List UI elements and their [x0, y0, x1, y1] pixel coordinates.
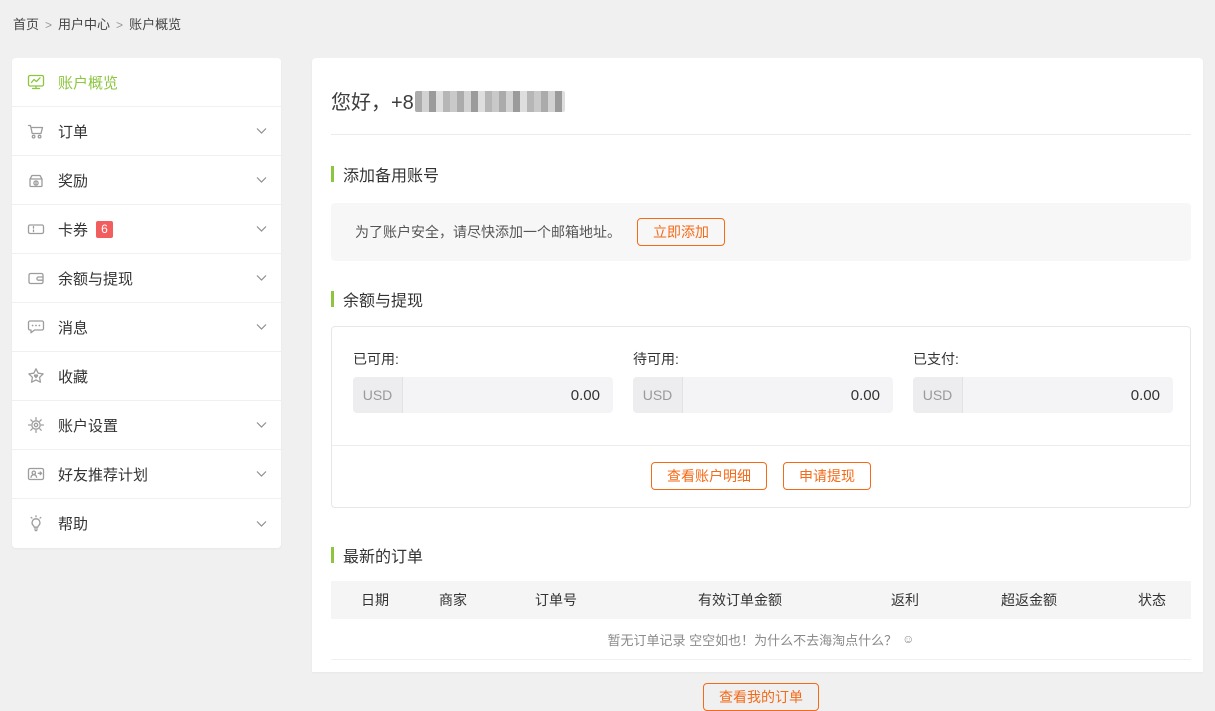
balance-field-available: 已可用: USD 0.00 [353, 349, 613, 413]
breadcrumb-user-center[interactable]: 用户中心 [58, 17, 110, 32]
currency-label: USD [913, 377, 963, 413]
message-icon [26, 317, 46, 337]
section-accent-bar [331, 166, 334, 182]
column-header-order-no: 订单号 [535, 581, 577, 619]
overview-icon [26, 72, 46, 92]
chevron-down-icon [256, 520, 267, 528]
column-header-extra-rebate: 超返金额 [1001, 581, 1057, 619]
balance-field-label: 已可用: [353, 349, 613, 369]
coupon-count-badge: 6 [96, 221, 113, 238]
amount-box: USD 0.00 [913, 377, 1173, 413]
view-my-orders-button[interactable]: 查看我的订单 [703, 683, 819, 711]
sidebar-item-label: 消息 [58, 317, 88, 338]
amount-value: 0.00 [683, 377, 893, 413]
sidebar-item-label: 余额与提现 [58, 268, 133, 289]
greeting: 您好，+8 [331, 58, 1191, 115]
amount-box: USD 0.00 [353, 377, 613, 413]
currency-label: USD [353, 377, 403, 413]
chevron-down-icon [256, 470, 267, 478]
view-account-detail-button[interactable]: 查看账户明细 [651, 462, 767, 490]
chevron-down-icon [256, 225, 267, 233]
orders-table: 日期 商家 订单号 有效订单金额 返利 超返金额 状态 暂无订单记录 空空如也！… [331, 581, 1191, 711]
breadcrumb: 首页 > 用户中心 > 账户概览 [13, 14, 181, 33]
column-header-status: 状态 [1138, 581, 1166, 619]
add-email-button[interactable]: 立即添加 [637, 218, 725, 246]
sidebar-item-rewards[interactable]: 奖励 [12, 156, 281, 205]
section-title-balance: 余额与提现 [331, 287, 1191, 311]
sidebar-item-label: 卡券 [58, 219, 88, 240]
chevron-down-icon [256, 274, 267, 282]
orders-footer: 查看我的订单 [331, 660, 1191, 711]
gear-icon [26, 415, 46, 435]
orders-table-header: 日期 商家 订单号 有效订单金额 返利 超返金额 状态 [331, 581, 1191, 619]
section-title-backup-account: 添加备用账号 [331, 162, 1191, 186]
smiley-icon: ☺ [902, 632, 914, 646]
divider [331, 134, 1191, 135]
balance-field-label: 已支付: [913, 349, 1173, 369]
sidebar-item-balance[interactable]: 余额与提现 [12, 254, 281, 303]
breadcrumb-current: 账户概览 [129, 17, 181, 32]
sidebar-item-label: 收藏 [58, 366, 88, 387]
sidebar-item-messages[interactable]: 消息 [12, 303, 281, 352]
breadcrumb-separator: > [45, 18, 52, 32]
currency-label: USD [633, 377, 683, 413]
amount-value: 0.00 [403, 377, 613, 413]
wallet-icon [26, 268, 46, 288]
chevron-down-icon [256, 127, 267, 135]
sidebar-item-orders[interactable]: 订单 [12, 107, 281, 156]
sidebar-item-label: 账户设置 [58, 415, 118, 436]
sidebar-item-label: 奖励 [58, 170, 88, 191]
balance-card: 已可用: USD 0.00 待可用: USD 0.00 已支付: USD 0.0… [331, 326, 1191, 508]
backup-account-notice: 为了账户安全，请尽快添加一个邮箱地址。 立即添加 [331, 203, 1191, 261]
breadcrumb-separator: > [116, 18, 123, 32]
balance-field-pending: 待可用: USD 0.00 [633, 349, 893, 413]
sidebar-item-label: 订单 [58, 121, 88, 142]
breadcrumb-home[interactable]: 首页 [13, 17, 39, 32]
sidebar-item-label: 帮助 [58, 513, 88, 534]
section-title-text: 余额与提现 [343, 287, 423, 311]
coupon-icon [26, 219, 46, 239]
column-header-merchant: 商家 [439, 581, 467, 619]
sidebar-item-favorites[interactable]: 收藏 [12, 352, 281, 401]
star-icon [26, 366, 46, 386]
main-panel: 您好，+8 添加备用账号 为了账户安全，请尽快添加一个邮箱地址。 立即添加 余额… [312, 58, 1203, 672]
notice-text: 为了账户安全，请尽快添加一个邮箱地址。 [355, 222, 621, 242]
empty-text: 暂无订单记录 空空如也！为什么不去海淘点什么？ [608, 630, 898, 649]
column-header-valid-amount: 有效订单金额 [698, 581, 782, 619]
column-header-rebate: 返利 [891, 581, 919, 619]
cart-icon [26, 121, 46, 141]
sidebar-item-account-settings[interactable]: 账户设置 [12, 401, 281, 450]
sidebar-item-coupons[interactable]: 卡券 6 [12, 205, 281, 254]
help-icon [26, 514, 46, 534]
section-title-text: 添加备用账号 [343, 162, 439, 186]
chevron-down-icon [256, 323, 267, 331]
section-accent-bar [331, 291, 334, 307]
balance-field-label: 待可用: [633, 349, 893, 369]
sidebar-item-label: 账户概览 [58, 72, 118, 93]
balance-actions: 查看账户明细 申请提现 [332, 445, 1190, 507]
section-title-text: 最新的订单 [343, 543, 423, 567]
sidebar: 账户概览 订单 奖励 [12, 58, 281, 548]
balance-field-paid: 已支付: USD 0.00 [913, 349, 1173, 413]
orders-empty-state: 暂无订单记录 空空如也！为什么不去海淘点什么？ ☺ [331, 619, 1191, 660]
amount-value: 0.00 [963, 377, 1173, 413]
sidebar-item-account-overview[interactable]: 账户概览 [12, 58, 281, 107]
amount-box: USD 0.00 [633, 377, 893, 413]
chevron-down-icon [256, 421, 267, 429]
request-withdraw-button[interactable]: 申请提现 [783, 462, 871, 490]
sidebar-item-label: 好友推荐计划 [58, 464, 148, 485]
rewards-icon [26, 170, 46, 190]
section-title-latest-orders: 最新的订单 [331, 543, 1191, 567]
section-accent-bar [331, 547, 334, 563]
column-header-date: 日期 [361, 581, 389, 619]
sidebar-item-referral[interactable]: 好友推荐计划 [12, 450, 281, 499]
chevron-down-icon [256, 176, 267, 184]
sidebar-item-help[interactable]: 帮助 [12, 499, 281, 548]
greeting-text: 您好，+8 [331, 92, 414, 114]
masked-phone-number [415, 91, 565, 112]
referral-icon [26, 464, 46, 484]
